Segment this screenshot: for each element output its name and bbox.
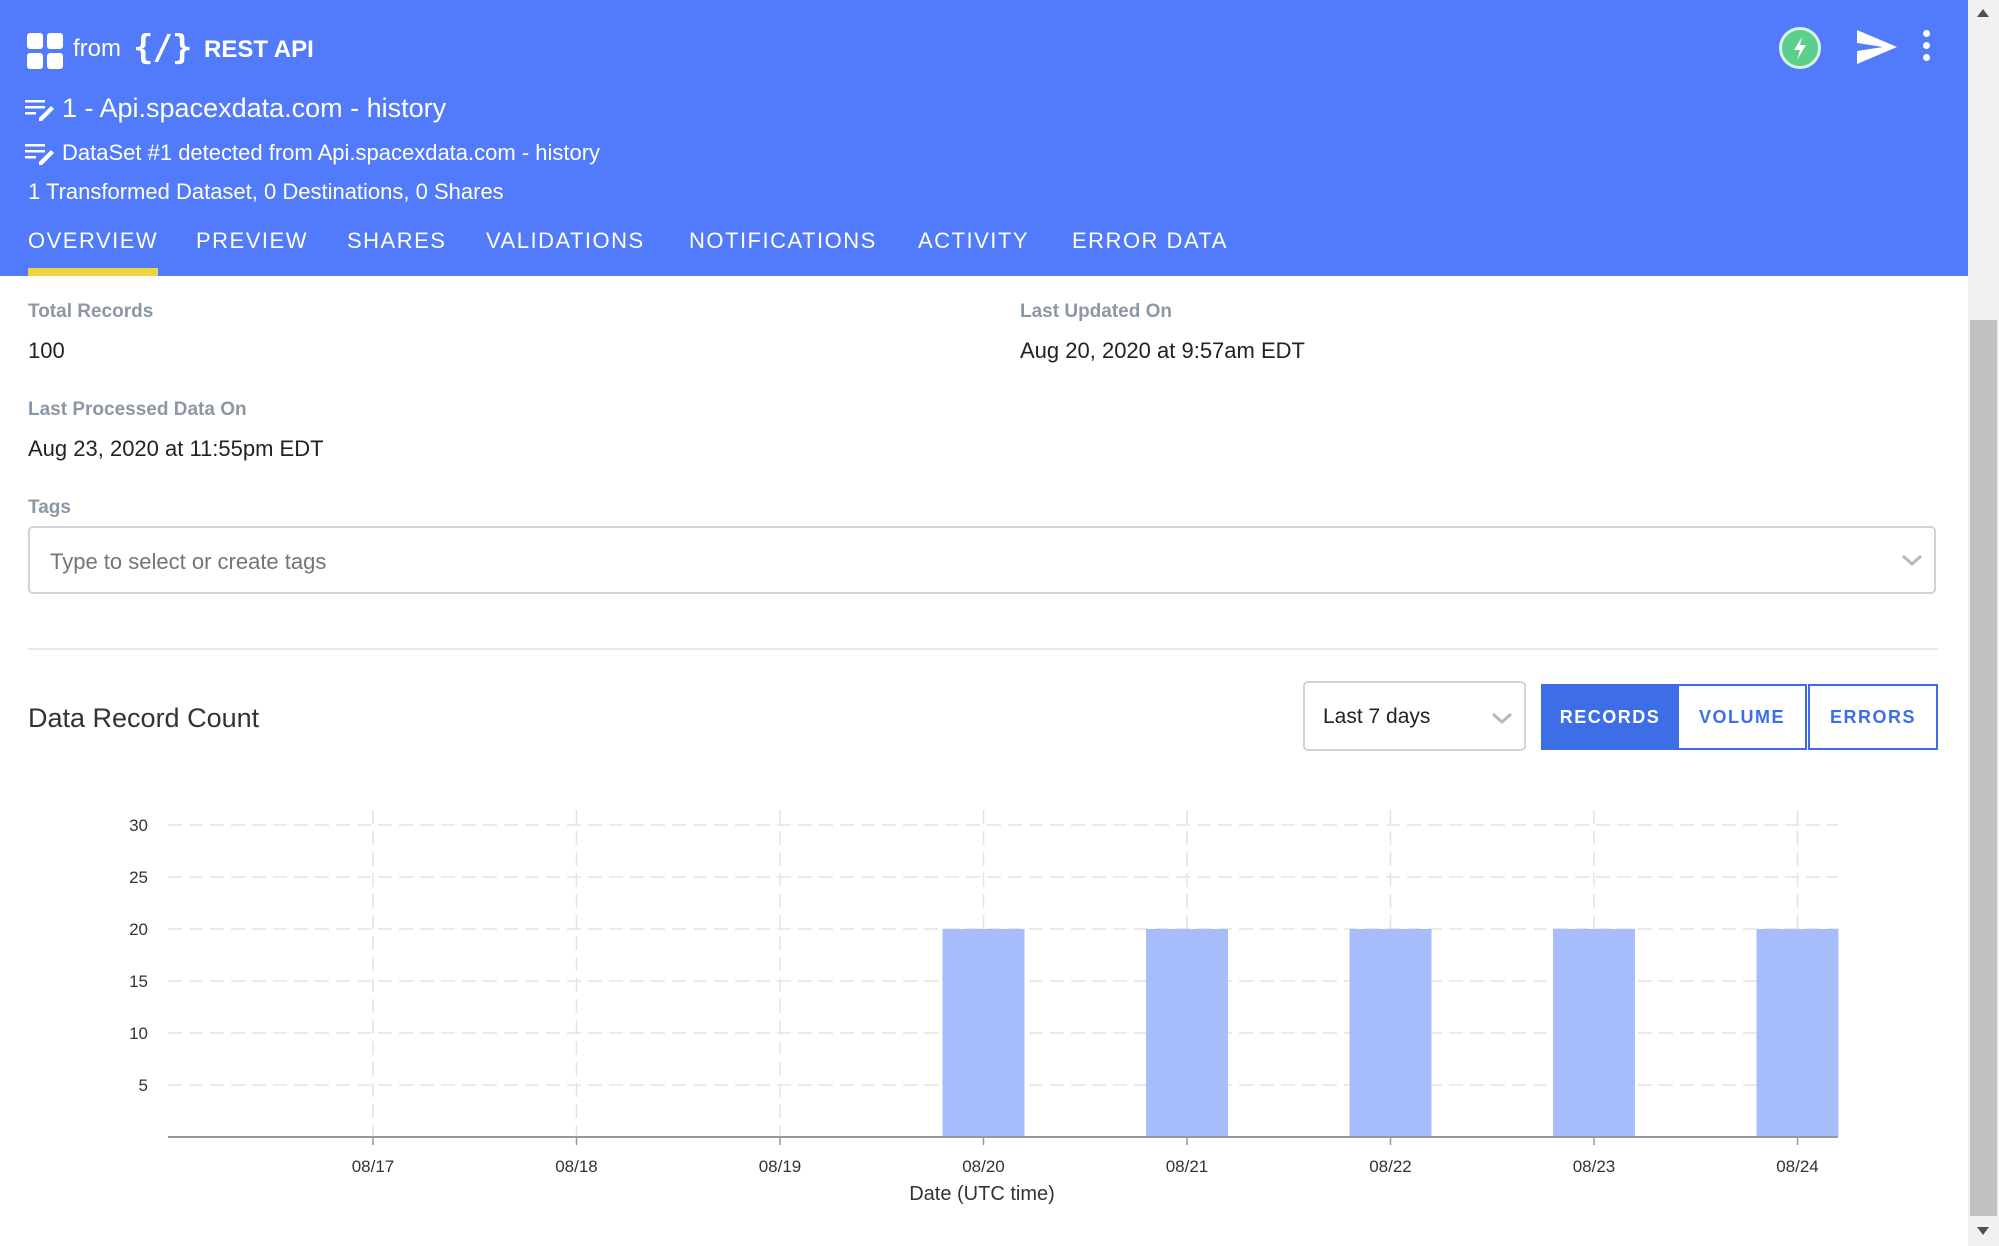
lightning-bolt-icon[interactable]: [1779, 27, 1821, 69]
bar-08-23: [1553, 929, 1635, 1137]
y-tick-label: 10: [129, 1024, 148, 1043]
dataset-title: 1 - Api.spacexdata.com - history: [62, 93, 447, 123]
time-range-select[interactable]: Last 7 days: [1303, 681, 1526, 751]
tab-overview[interactable]: OVERVIEW: [28, 228, 159, 276]
total-records-label: Total Records: [28, 301, 154, 322]
source-name: REST API: [204, 36, 314, 63]
tab-validations[interactable]: VALIDATIONS: [486, 228, 645, 254]
record-count-title: Data Record Count: [28, 703, 260, 733]
records-button[interactable]: RECORDS: [1541, 684, 1679, 750]
tags-label: Tags: [28, 497, 71, 518]
x-tick-label: 08/24: [1776, 1157, 1819, 1176]
more-options-icon[interactable]: [1919, 30, 1933, 66]
vertical-scrollbar[interactable]: [1968, 0, 1999, 1246]
x-tick-label: 08/22: [1369, 1157, 1412, 1176]
last-updated-label: Last Updated On: [1020, 301, 1173, 322]
last-processed-value: Aug 23, 2020 at 11:55pm EDT: [28, 436, 324, 461]
time-range-value: Last 7 days: [1323, 705, 1431, 728]
last-updated-value: Aug 20, 2020 at 9:57am EDT: [1020, 338, 1305, 363]
y-tick-label: 15: [129, 972, 148, 991]
x-tick-label: 08/17: [352, 1157, 395, 1176]
x-tick-label: 08/20: [962, 1157, 1005, 1176]
total-records-value: 100: [28, 338, 65, 363]
dataset-counts: 1 Transformed Dataset, 0 Destinations, 0…: [28, 179, 504, 204]
scroll-down-icon[interactable]: [1976, 1226, 1990, 1236]
bar-08-20: [942, 929, 1025, 1137]
last-processed-label: Last Processed Data On: [28, 399, 247, 420]
record-count-chart: 5 10 15 20 25 30 08/17 08/18 08/19 08/20 08/21 08/2…: [129, 810, 1839, 1205]
bar-08-24: [1756, 929, 1839, 1137]
edit-description-icon[interactable]: [25, 141, 55, 165]
dataset-header: from {/} REST API 1 - Api.spacexdata.com…: [0, 0, 1968, 276]
scroll-up-icon[interactable]: [1976, 8, 1990, 18]
chevron-down-icon: [1492, 712, 1512, 725]
y-tick-label: 20: [129, 920, 148, 939]
section-divider: [28, 648, 1938, 650]
volume-button[interactable]: VOLUME: [1677, 684, 1807, 750]
x-tick-label: 08/23: [1573, 1157, 1616, 1176]
source-code-icon: {/}: [133, 28, 192, 68]
x-tick-label: 08/18: [555, 1157, 598, 1176]
chevron-down-icon[interactable]: [1900, 552, 1924, 568]
tags-input[interactable]: [48, 548, 1752, 576]
y-tick-label: 30: [129, 816, 148, 835]
x-tick-label: 08/19: [759, 1157, 802, 1176]
errors-button[interactable]: ERRORS: [1808, 684, 1938, 750]
dataset-description: DataSet #1 detected from Api.spacexdata.…: [62, 140, 601, 165]
scroll-thumb[interactable]: [1970, 320, 1997, 1216]
y-tick-label: 5: [139, 1076, 148, 1095]
tab-shares[interactable]: SHARES: [347, 228, 446, 254]
send-icon[interactable]: [1856, 28, 1898, 71]
y-tick-label: 25: [129, 868, 148, 887]
tab-activity[interactable]: ACTIVITY: [918, 228, 1029, 254]
bar-08-21: [1146, 929, 1228, 1137]
tab-preview[interactable]: PREVIEW: [196, 228, 308, 254]
bar-08-22: [1349, 929, 1432, 1137]
tab-error-data[interactable]: ERROR DATA: [1072, 228, 1228, 254]
x-tick-label: 08/21: [1166, 1157, 1209, 1176]
tags-select[interactable]: [28, 526, 1936, 594]
tab-notifications[interactable]: NOTIFICATIONS: [689, 228, 877, 254]
edit-title-icon[interactable]: [25, 97, 55, 121]
from-label: from: [73, 35, 121, 62]
dashboard-grid-icon[interactable]: [27, 33, 63, 69]
x-axis-title: Date (UTC time): [909, 1183, 1055, 1205]
